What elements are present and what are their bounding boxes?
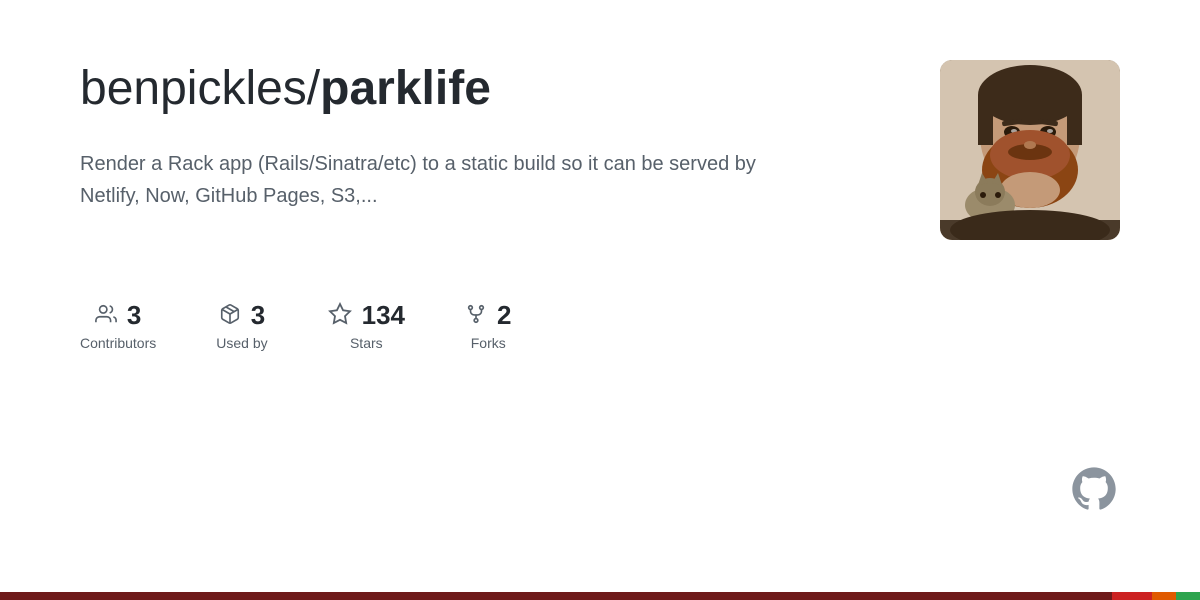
stat-contributors[interactable]: 3 Contributors: [80, 300, 156, 351]
avatar-container: [940, 60, 1120, 240]
github-icon-container[interactable]: [1068, 463, 1120, 520]
stat-forks[interactable]: 2 Forks: [465, 300, 511, 351]
fork-icon: [465, 303, 487, 329]
star-icon: [328, 302, 352, 330]
repo-title: benpickles/parklife: [80, 60, 880, 118]
bar-segment-orange: [1152, 592, 1176, 600]
stat-forks-top: 2: [465, 300, 511, 331]
repo-description: Render a Rack app (Rails/Sinatra/etc) to…: [80, 148, 760, 212]
stars-count: 134: [362, 300, 405, 331]
contributors-label: Contributors: [80, 335, 156, 351]
contributors-icon: [95, 303, 117, 329]
repo-header: benpickles/parklife Render a Rack app (R…: [80, 60, 1120, 240]
bar-segment-green: [1176, 592, 1200, 600]
bar-segment-red: [1112, 592, 1152, 600]
stat-used-by-top: 3: [219, 300, 265, 331]
github-logo-icon: [1068, 463, 1120, 515]
bar-segment-dark-red: [0, 592, 1112, 600]
avatar[interactable]: [940, 60, 1120, 240]
repo-name[interactable]: parklife: [320, 62, 491, 115]
stat-stars[interactable]: 134 Stars: [328, 300, 405, 351]
repo-info: benpickles/parklife Render a Rack app (R…: [80, 60, 880, 212]
main-content: benpickles/parklife Render a Rack app (R…: [0, 0, 1200, 371]
stat-used-by[interactable]: 3 Used by: [216, 300, 267, 351]
used-by-count: 3: [251, 300, 265, 331]
package-icon: [219, 303, 241, 329]
used-by-label: Used by: [216, 335, 267, 351]
stars-label: Stars: [350, 335, 383, 351]
stats-row: 3 Contributors 3 Used by: [80, 300, 1120, 371]
repo-owner[interactable]: benpickles/: [80, 62, 320, 115]
bottom-bar: [0, 592, 1200, 600]
contributors-count: 3: [127, 300, 141, 331]
stat-stars-top: 134: [328, 300, 405, 331]
forks-count: 2: [497, 300, 511, 331]
forks-label: Forks: [471, 335, 506, 351]
stat-contributors-top: 3: [95, 300, 141, 331]
